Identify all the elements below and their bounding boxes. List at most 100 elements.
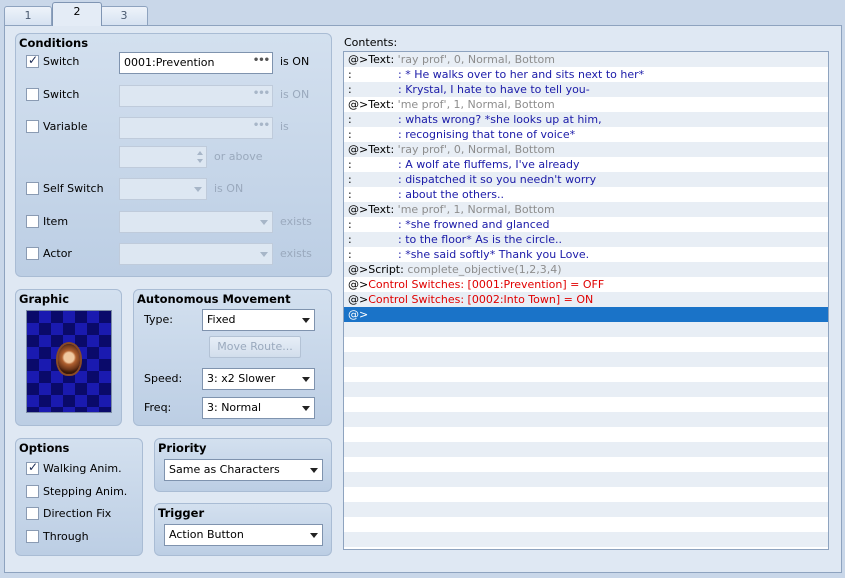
checkbox-icon[interactable] xyxy=(26,88,39,101)
command-text: : *she said softly* Thank you Love. xyxy=(398,248,590,261)
command-row[interactable] xyxy=(344,502,828,517)
command-text: : A wolf ate fluffems, I've already xyxy=(398,158,580,171)
checkbox-checked-icon[interactable] xyxy=(26,460,39,475)
checkbox-icon[interactable] xyxy=(26,507,39,520)
tab-page-3[interactable]: 3 xyxy=(100,6,148,25)
command-row[interactable]: :: *she frowned and glanced xyxy=(344,217,828,232)
ellipsis-icon[interactable]: ••• xyxy=(253,88,270,99)
stepping-anim-checkbox[interactable]: Stepping Anim. xyxy=(26,485,127,498)
command-row[interactable]: @>Text: 'me prof', 1, Normal, Bottom xyxy=(344,97,828,112)
switch1-field[interactable]: 0001:Prevention ••• xyxy=(119,52,273,74)
command-row[interactable]: @>Text: 'ray prof', 0, Normal, Bottom xyxy=(344,52,828,67)
command-row[interactable]: :: Krystal, I hate to have to tell you- xyxy=(344,82,828,97)
command-row[interactable] xyxy=(344,427,828,442)
item-checkbox[interactable]: Item xyxy=(26,215,68,228)
variable-value-spinner[interactable] xyxy=(119,146,207,168)
command-row[interactable]: :: dispatched it so you needn't worry xyxy=(344,172,828,187)
freq-select[interactable]: 3: Normal xyxy=(202,397,315,419)
priority-select[interactable]: Same as Characters xyxy=(164,459,323,481)
command-row[interactable] xyxy=(344,472,828,487)
chevron-down-icon xyxy=(310,468,318,473)
command-row[interactable] xyxy=(344,322,828,337)
command-text: 'me prof', 1, Normal, Bottom xyxy=(397,203,555,216)
switch1-checkbox[interactable]: Switch xyxy=(26,53,79,68)
switch2-field[interactable]: ••• xyxy=(119,85,273,107)
command-prefix: @> xyxy=(348,293,369,306)
tab-page-2[interactable]: 2 xyxy=(52,2,102,26)
move-route-button[interactable]: Move Route... xyxy=(209,336,301,358)
command-row[interactable]: @>Script: complete_objective(1,2,3,4) xyxy=(344,262,828,277)
command-row[interactable]: @>Control Switches: [0002:Into Town] = O… xyxy=(344,292,828,307)
spin-up-icon[interactable] xyxy=(197,151,203,155)
command-row[interactable]: :: about the others.. xyxy=(344,187,828,202)
actor-checkbox[interactable]: Actor xyxy=(26,247,72,260)
checkbox-checked-icon[interactable] xyxy=(26,53,39,68)
checkbox-icon[interactable] xyxy=(26,120,39,133)
self-switch-checkbox[interactable]: Self Switch xyxy=(26,182,104,195)
checkbox-icon[interactable] xyxy=(26,215,39,228)
spin-down-icon[interactable] xyxy=(197,159,203,163)
command-row[interactable]: :: *she said softly* Thank you Love. xyxy=(344,247,828,262)
variable-checkbox[interactable]: Variable xyxy=(26,120,88,133)
checkbox-icon[interactable] xyxy=(26,485,39,498)
event-commands-list[interactable]: @>Text: 'ray prof', 0, Normal, Bottom ::… xyxy=(343,51,829,550)
command-row[interactable] xyxy=(344,412,828,427)
command-row[interactable] xyxy=(344,487,828,502)
actor-select[interactable] xyxy=(119,243,273,265)
switch2-suffix: is ON xyxy=(280,88,310,101)
command-text: : *she frowned and glanced xyxy=(398,218,550,231)
command-row[interactable] xyxy=(344,457,828,472)
command-row[interactable]: :: * He walks over to her and sits next … xyxy=(344,67,828,82)
switch2-checkbox[interactable]: Switch xyxy=(26,88,79,101)
switch1-value: 0001:Prevention xyxy=(124,56,215,69)
through-checkbox[interactable]: Through xyxy=(26,530,89,543)
command-row[interactable] xyxy=(344,442,828,457)
chevron-down-icon xyxy=(302,377,310,382)
checkbox-icon[interactable] xyxy=(26,182,39,195)
checkbox-icon[interactable] xyxy=(26,247,39,260)
command-prefix: @>Text: xyxy=(348,143,398,156)
command-text: : to the floor* As is the circle.. xyxy=(398,233,563,246)
command-row[interactable]: :: recognising that tone of voice* xyxy=(344,127,828,142)
command-row[interactable] xyxy=(344,337,828,352)
variable-field[interactable]: ••• xyxy=(119,117,273,139)
item-suffix: exists xyxy=(280,215,312,228)
event-graphic-preview[interactable] xyxy=(26,310,112,413)
command-row[interactable]: @>Text: 'me prof', 1, Normal, Bottom xyxy=(344,202,828,217)
command-row[interactable] xyxy=(344,352,828,367)
self-switch-select[interactable] xyxy=(119,178,207,200)
freq-value: 3: Normal xyxy=(207,401,262,414)
command-text: : about the others.. xyxy=(398,188,505,201)
item-select[interactable] xyxy=(119,211,273,233)
command-row[interactable]: @> xyxy=(344,307,828,322)
chevron-down-icon xyxy=(194,187,202,192)
movement-type-select[interactable]: Fixed xyxy=(202,309,315,331)
walking-anim-label: Walking Anim. xyxy=(43,462,122,475)
command-row[interactable] xyxy=(344,397,828,412)
speed-select[interactable]: 3: x2 Slower xyxy=(202,368,315,390)
walking-anim-checkbox[interactable]: Walking Anim. xyxy=(26,460,122,475)
chevron-down-icon xyxy=(310,533,318,538)
command-row[interactable] xyxy=(344,517,828,532)
direction-fix-checkbox[interactable]: Direction Fix xyxy=(26,507,111,520)
command-row[interactable]: @>Text: 'ray prof', 0, Normal, Bottom xyxy=(344,142,828,157)
ellipsis-icon[interactable]: ••• xyxy=(253,120,270,131)
command-row[interactable]: :: to the floor* As is the circle.. xyxy=(344,232,828,247)
switch1-suffix: is ON xyxy=(280,55,310,68)
command-row[interactable]: :: A wolf ate fluffems, I've already xyxy=(344,157,828,172)
trigger-select[interactable]: Action Button xyxy=(164,524,323,546)
ellipsis-icon[interactable]: ••• xyxy=(253,55,270,66)
command-row[interactable]: @>Control Switches: [0001:Prevention] = … xyxy=(344,277,828,292)
command-row[interactable] xyxy=(344,367,828,382)
tab-page-1[interactable]: 1 xyxy=(4,6,52,25)
graphic-group: Graphic xyxy=(15,289,122,426)
command-row[interactable] xyxy=(344,532,828,547)
character-sprite-icon xyxy=(58,344,80,374)
chevron-down-icon xyxy=(302,406,310,411)
command-row[interactable]: :: whats wrong? *she looks up at him, xyxy=(344,112,828,127)
command-text: : * He walks over to her and sits next t… xyxy=(398,68,645,81)
command-row[interactable] xyxy=(344,382,828,397)
speed-value: 3: x2 Slower xyxy=(207,372,276,385)
checkbox-icon[interactable] xyxy=(26,530,39,543)
actor-label: Actor xyxy=(43,247,72,260)
